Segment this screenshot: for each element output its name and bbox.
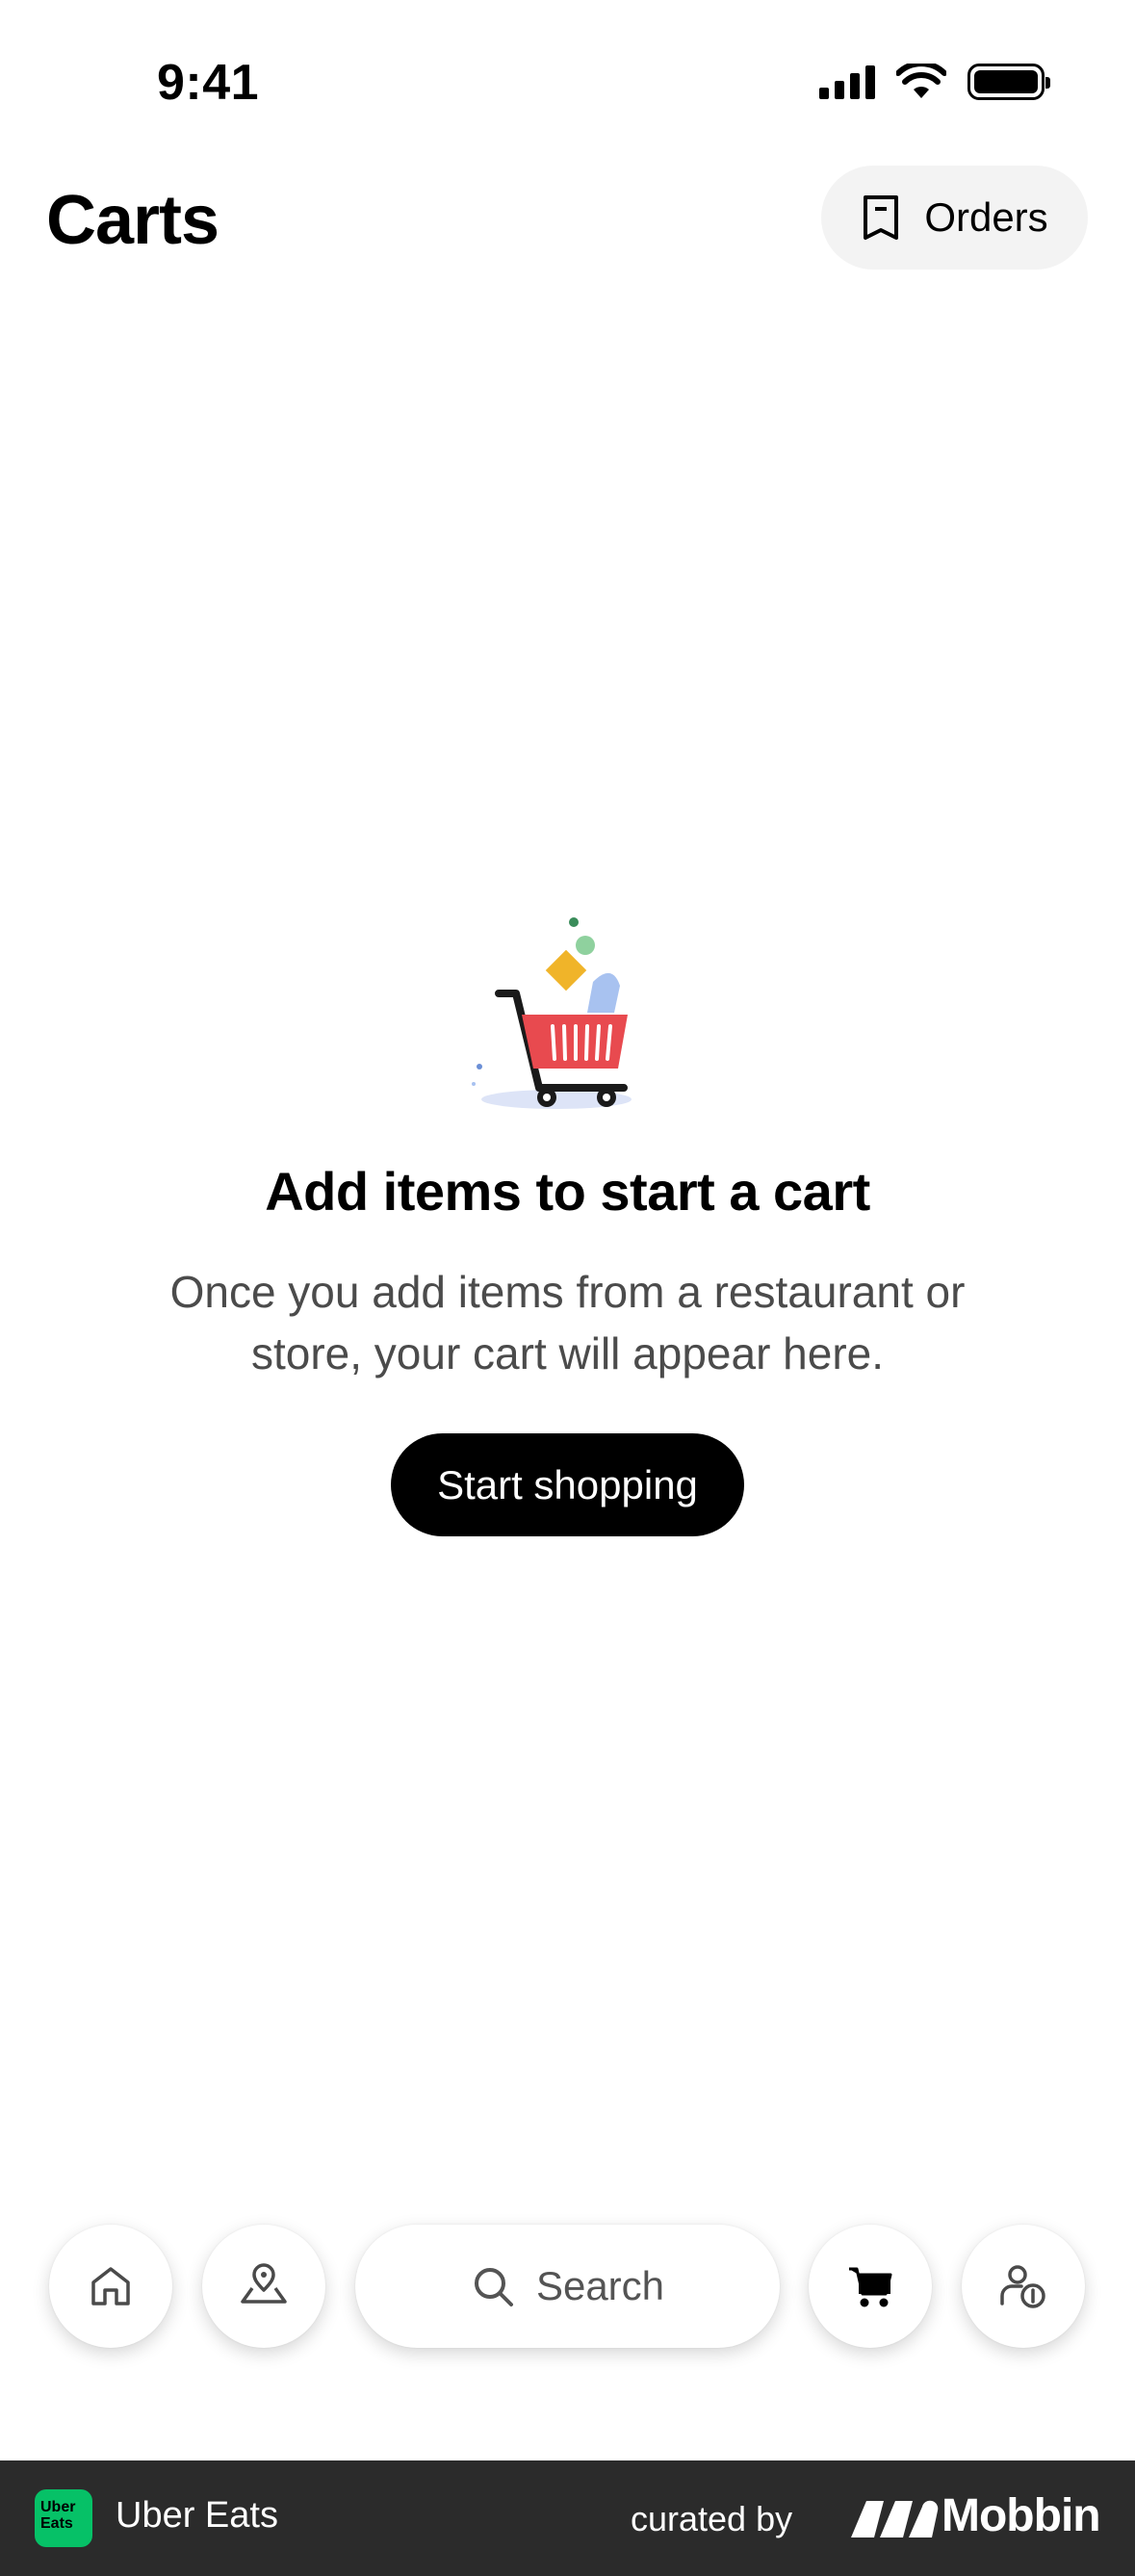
empty-state-description: Once you add items from a restaurant or … (169, 1267, 966, 1378)
mobbin-logo-icon (851, 2500, 939, 2537)
curated-by-label: curated by (631, 2499, 793, 2538)
orders-label: Orders (924, 194, 1048, 240)
search-label: Search (535, 2263, 665, 2308)
status-time: 9:41 (157, 55, 260, 111)
start-shopping-button[interactable]: Start shopping (391, 1433, 744, 1536)
footer-bar: Uber Eats Uber Eats curated by Mobbin (0, 2460, 1135, 2576)
nav-account-button[interactable] (962, 2225, 1085, 2348)
status-bar: 9:41 (0, 0, 1135, 164)
search-icon (474, 2268, 513, 2306)
page-title: Carts (46, 182, 219, 259)
account-icon (1000, 2265, 1045, 2308)
status-icons (819, 64, 1050, 100)
wifi-icon (896, 64, 946, 98)
app-name: Uber Eats (116, 2495, 278, 2536)
uber-eats-logo: Uber Eats (35, 2489, 92, 2547)
cellular-signal-icon (819, 64, 875, 99)
receipt-icon (864, 195, 899, 240)
battery-icon (967, 64, 1050, 100)
orders-button[interactable]: Orders (821, 166, 1088, 270)
home-icon (91, 2267, 130, 2306)
cart-icon (849, 2267, 892, 2307)
nav-map-button[interactable] (202, 2225, 325, 2348)
shopping-cart-illustration (472, 917, 632, 1109)
map-pin-icon (241, 2263, 287, 2304)
empty-state-title: Add items to start a cart (265, 1161, 870, 1222)
nav-cart-button[interactable] (809, 2225, 932, 2348)
mobbin-brand: Mobbin (942, 2490, 1101, 2541)
nav-home-button[interactable] (49, 2225, 172, 2348)
nav-search-button[interactable]: Search (355, 2225, 780, 2348)
